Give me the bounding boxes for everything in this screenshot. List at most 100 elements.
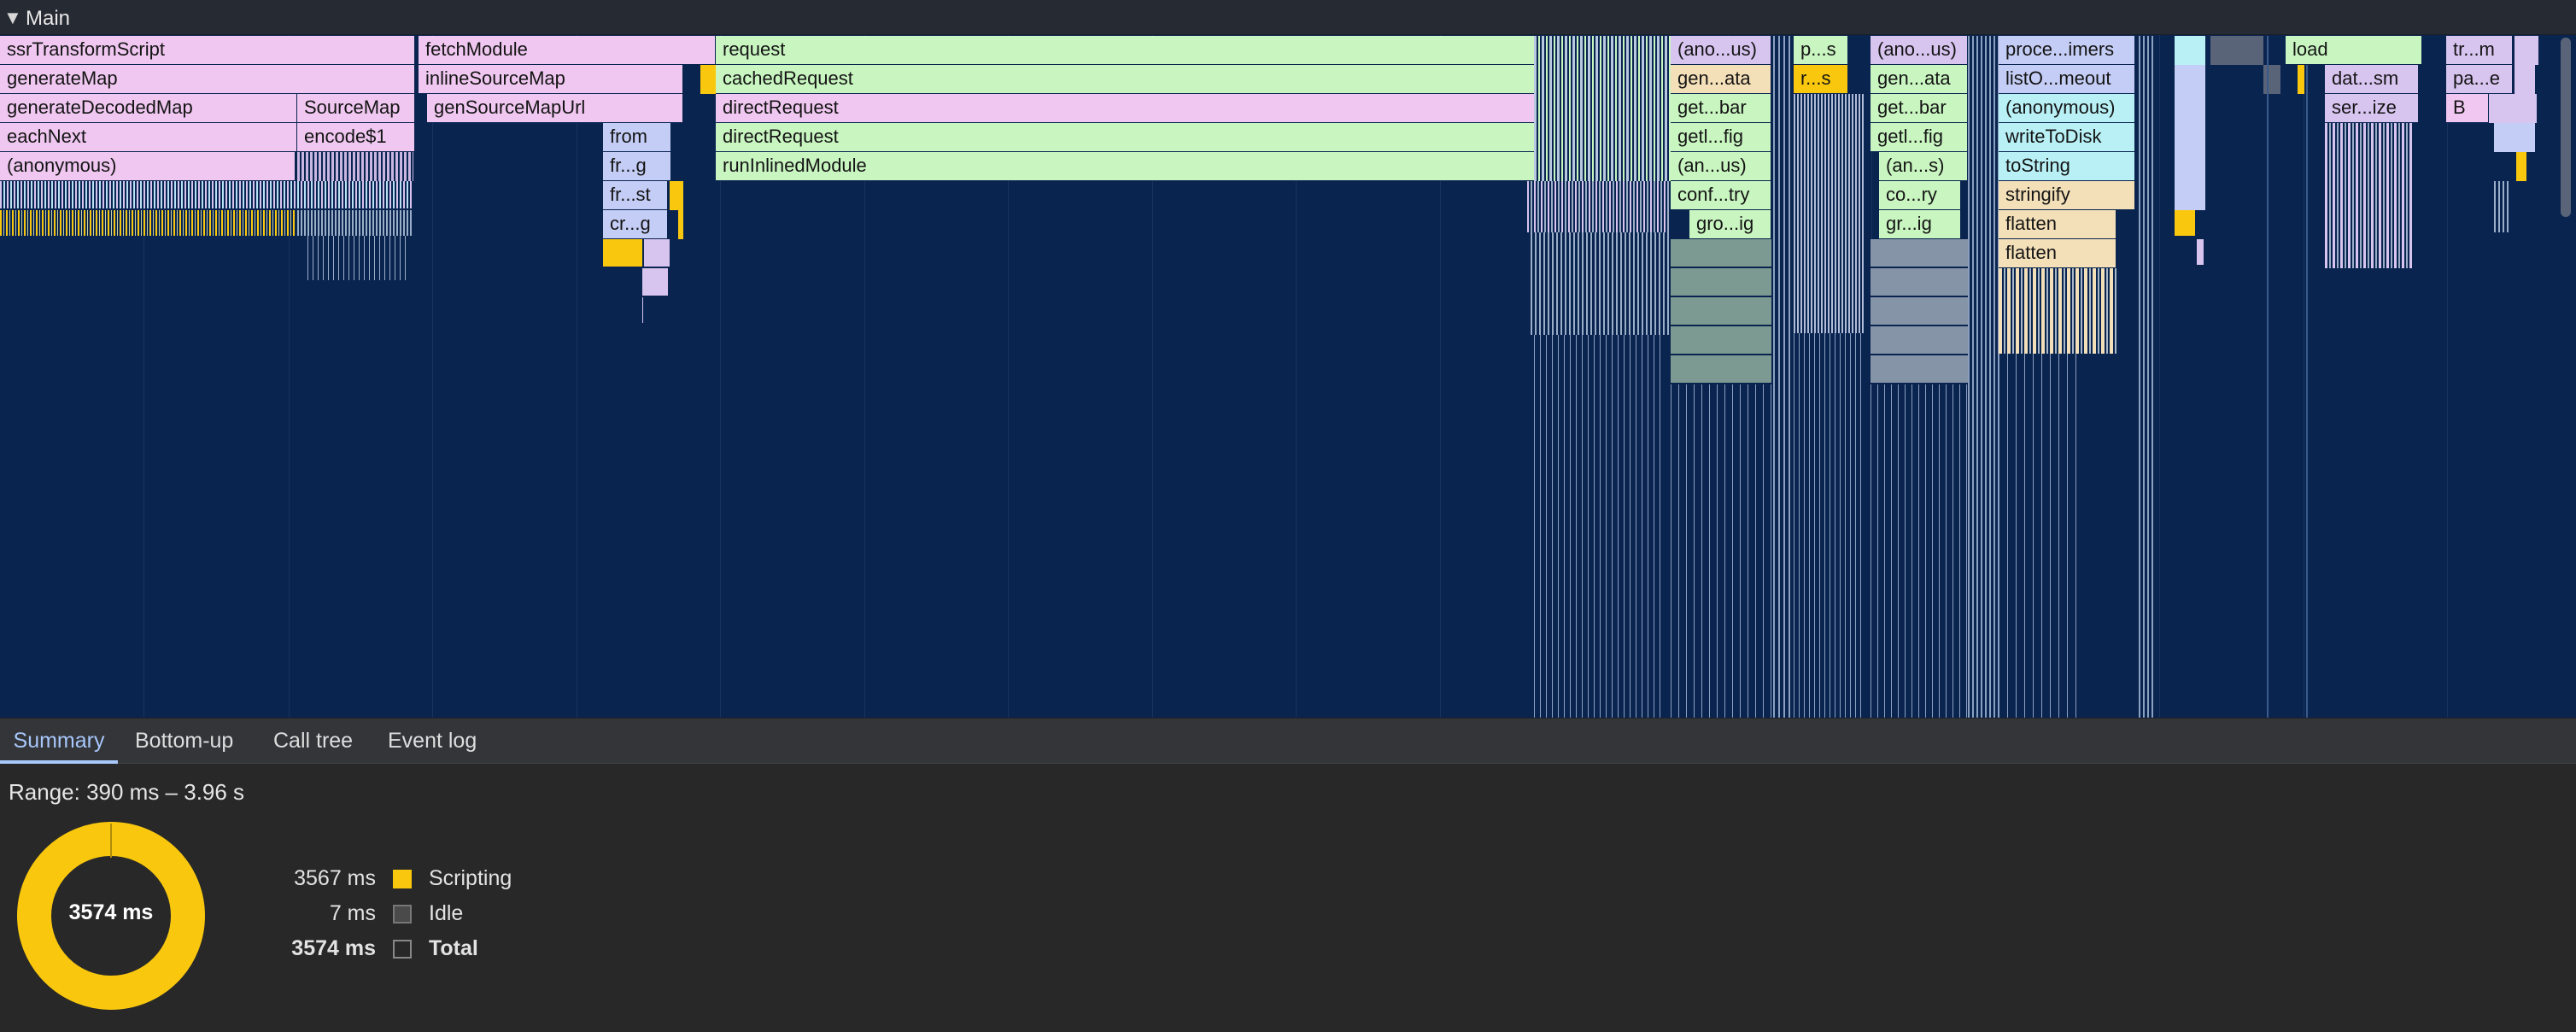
- flame-frame-cluster[interactable]: [1534, 36, 1671, 188]
- flame-frame-cluster[interactable]: [0, 181, 413, 208]
- flame-frame[interactable]: B: [2446, 94, 2489, 123]
- flame-frame[interactable]: [2175, 36, 2205, 65]
- flame-frame[interactable]: [2489, 94, 2537, 123]
- flame-frame-cluster[interactable]: [1773, 36, 1794, 718]
- flame-frame[interactable]: pa...e: [2446, 65, 2513, 94]
- flame-frame-cluster[interactable]: [1671, 384, 1771, 718]
- tab-summary[interactable]: Summary: [0, 718, 118, 764]
- tab-bottom-up[interactable]: Bottom-up: [135, 718, 233, 764]
- flame-frame-cluster[interactable]: [1999, 354, 2084, 718]
- flame-frame[interactable]: encode$1: [297, 123, 415, 152]
- collapse-triangle-icon[interactable]: ▼: [3, 7, 22, 29]
- flame-frame[interactable]: fetchModule: [419, 36, 716, 65]
- flame-frame-cluster[interactable]: [2494, 181, 2511, 232]
- tab-call-tree[interactable]: Call tree: [273, 718, 353, 764]
- flame-frame[interactable]: [2267, 36, 2269, 718]
- flame-frame[interactable]: gr...ig: [1879, 210, 1961, 239]
- flame-frame-cluster[interactable]: [1871, 239, 1968, 384]
- flame-frame-cluster[interactable]: [1794, 94, 1865, 333]
- flame-frame[interactable]: (ano...us): [1671, 36, 1771, 65]
- flame-frame[interactable]: (an...s): [1879, 152, 1968, 181]
- flame-frame[interactable]: [2197, 239, 2204, 265]
- flame-frame[interactable]: dat...sm: [2325, 65, 2419, 94]
- flame-frame[interactable]: listO...meout: [1999, 65, 2135, 94]
- flame-frame[interactable]: generateDecodedMap: [0, 94, 297, 123]
- flame-frame[interactable]: [2210, 36, 2263, 65]
- flame-frame[interactable]: (anonymous): [0, 152, 296, 181]
- flame-frame[interactable]: runInlinedModule: [716, 152, 1536, 181]
- flame-frame[interactable]: generateMap: [0, 65, 415, 94]
- flame-frame-cluster[interactable]: [0, 210, 296, 236]
- flame-frame[interactable]: getl...fig: [1871, 123, 1968, 152]
- flame-frame[interactable]: [2306, 36, 2308, 718]
- flame-frame[interactable]: [2515, 65, 2535, 94]
- flame-frame[interactable]: load: [2286, 36, 2422, 65]
- flame-frame[interactable]: gen...ata: [1671, 65, 1771, 94]
- tab-event-log[interactable]: Event log: [388, 718, 477, 764]
- flame-frame[interactable]: [2175, 65, 2205, 210]
- flame-frame[interactable]: fr...g: [603, 152, 671, 181]
- flame-frame[interactable]: ssrTransformScript: [0, 36, 415, 65]
- flame-frame[interactable]: directRequest: [716, 123, 1536, 152]
- flame-frame-cluster[interactable]: [2325, 123, 2414, 268]
- flame-frame[interactable]: (an...us): [1671, 152, 1771, 181]
- flame-frame[interactable]: request: [716, 36, 1536, 65]
- flame-frame[interactable]: tr...m: [2446, 36, 2513, 65]
- legend-label: Scripting: [429, 866, 512, 890]
- flame-frame[interactable]: [2175, 210, 2195, 236]
- flame-frame[interactable]: proce...imers: [1999, 36, 2135, 65]
- flame-frame[interactable]: [2263, 65, 2280, 94]
- flame-frame[interactable]: flatten: [1999, 210, 2116, 239]
- flame-frame[interactable]: gen...ata: [1871, 65, 1968, 94]
- flame-frame[interactable]: from: [603, 123, 671, 152]
- flame-frame[interactable]: [2494, 123, 2535, 152]
- flame-frame[interactable]: [603, 239, 642, 267]
- flame-frame-cluster[interactable]: [1794, 333, 1865, 718]
- flame-frame[interactable]: directRequest: [716, 94, 1536, 123]
- flame-frame[interactable]: gro...ig: [1689, 210, 1771, 239]
- flame-frame[interactable]: genSourceMapUrl: [427, 94, 683, 123]
- flame-frame-cluster[interactable]: [2139, 36, 2156, 718]
- flame-frame[interactable]: [2298, 65, 2304, 94]
- flame-frame-cluster[interactable]: [297, 210, 413, 236]
- flame-frame[interactable]: fr...st: [603, 181, 668, 210]
- flame-frame-cluster[interactable]: [297, 152, 413, 181]
- flame-frame-cluster[interactable]: [1999, 268, 2116, 354]
- main-track-header[interactable]: ▼ Main: [0, 0, 2576, 35]
- flame-frame[interactable]: writeToDisk: [1999, 123, 2135, 152]
- flame-scrollbar-thumb[interactable]: [2561, 38, 2571, 217]
- flame-frame[interactable]: get...bar: [1671, 94, 1771, 123]
- flame-frame[interactable]: cr...g: [603, 210, 668, 239]
- flame-chart[interactable]: ▼ Main ssrTransformScript generateMap ge…: [0, 0, 2576, 718]
- flame-frame[interactable]: eachNext: [0, 123, 297, 152]
- flame-frame[interactable]: r...s: [1794, 65, 1848, 94]
- flame-frame[interactable]: p...s: [1794, 36, 1848, 65]
- flame-frame[interactable]: [678, 210, 683, 239]
- flame-frame[interactable]: getl...fig: [1671, 123, 1771, 152]
- flame-frame[interactable]: [642, 268, 668, 296]
- flame-frame[interactable]: [670, 181, 683, 210]
- flame-frame[interactable]: (anonymous): [1999, 94, 2135, 123]
- flame-frame[interactable]: [2516, 152, 2526, 181]
- flame-frame-cluster[interactable]: [1527, 181, 1671, 232]
- flame-frame[interactable]: get...bar: [1871, 94, 1968, 123]
- flame-frame[interactable]: inlineSourceMap: [419, 65, 683, 94]
- flame-frame[interactable]: cachedRequest: [716, 65, 1536, 94]
- flame-frame-cluster[interactable]: [1534, 335, 1662, 718]
- flame-frame-cluster[interactable]: [307, 236, 410, 280]
- flame-frame[interactable]: SourceMap: [297, 94, 415, 123]
- flame-frame[interactable]: [700, 65, 714, 94]
- flame-frame[interactable]: [644, 239, 670, 267]
- flame-frame[interactable]: toString: [1999, 152, 2135, 181]
- flame-frame-cluster[interactable]: [1531, 232, 1671, 335]
- flame-frame[interactable]: (ano...us): [1871, 36, 1968, 65]
- flame-frame-cluster[interactable]: [1671, 239, 1771, 384]
- flame-frame[interactable]: ser...ize: [2325, 94, 2419, 123]
- flame-frame[interactable]: [642, 297, 643, 323]
- flame-frame[interactable]: conf...try: [1671, 181, 1771, 210]
- flame-frame[interactable]: [2515, 36, 2538, 65]
- flame-frame[interactable]: co...ry: [1879, 181, 1961, 210]
- flame-frame-cluster[interactable]: [1871, 384, 1968, 718]
- flame-frame[interactable]: stringify: [1999, 181, 2135, 210]
- flame-frame[interactable]: flatten: [1999, 239, 2116, 268]
